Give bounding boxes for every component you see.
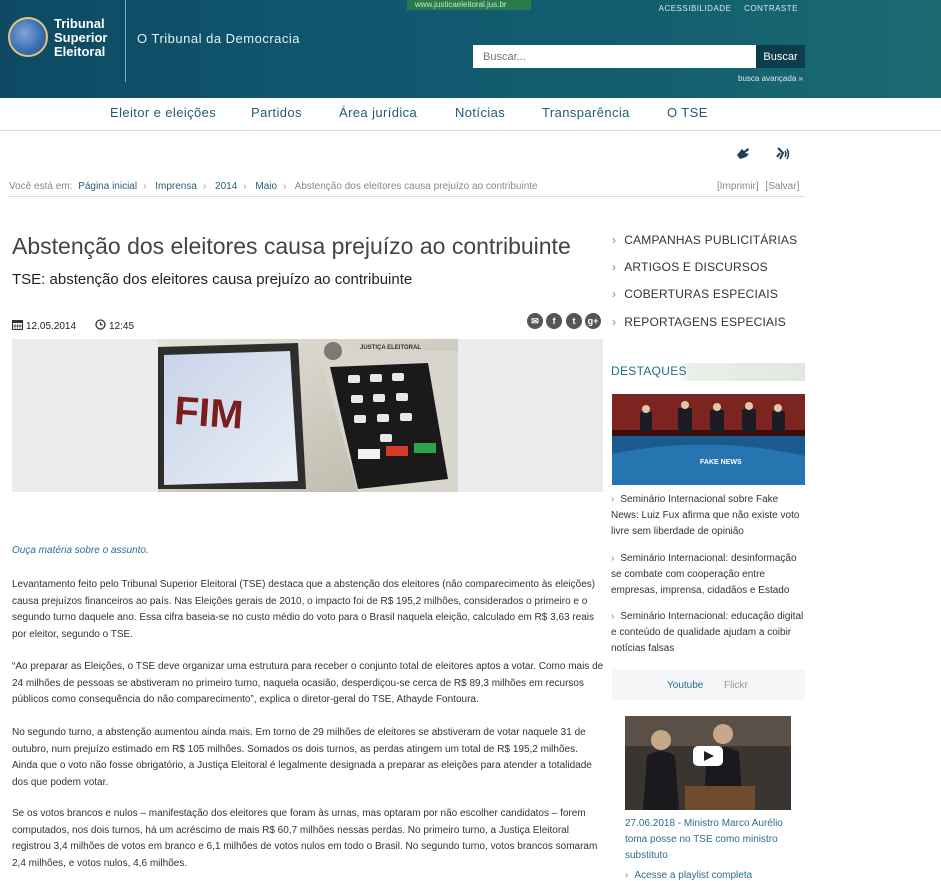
destaque-photo[interactable]: FAKE NEWS <box>612 394 805 485</box>
logo-text: Tribunal Superior Eleitoral <box>54 17 107 59</box>
playlist-link-label: Acesse a playlist completa <box>634 870 753 881</box>
tab-flickr[interactable]: Flickr <box>724 680 748 691</box>
article-time-value: 12:45 <box>109 321 135 332</box>
voting-machine-photo: FIM JUSTIÇA ELEITORAL <box>158 339 458 492</box>
video-caption[interactable]: 27.06.2018 - Ministro Marco Aurélio toma… <box>625 816 795 864</box>
site-tagline: O Tribunal da Democracia <box>137 31 301 46</box>
chevron-right-icon: › <box>612 315 617 329</box>
news-item[interactable]: › Seminário Internacional sobre Fake News… <box>611 492 805 540</box>
sidebar-link-artigos[interactable]: › ARTIGOS E DISCURSOS <box>612 260 768 274</box>
clock-icon <box>95 319 106 330</box>
search-input[interactable] <box>473 45 756 68</box>
breadcrumb-home[interactable]: Página inicial <box>78 181 137 192</box>
video-thumbnail[interactable] <box>625 716 791 810</box>
nav-item-eleitor[interactable]: Eleitor e eleições <box>110 105 216 120</box>
news-item-text: Seminário Internacional: desinformação s… <box>611 553 797 596</box>
breadcrumb-maio[interactable]: Maio <box>255 181 277 192</box>
article-subtitle: TSE: abstenção dos eleitores causa preju… <box>12 271 413 288</box>
advanced-search-link[interactable]: busca avançada » <box>738 74 803 83</box>
sidebar-link-label: COBERTURAS ESPECIAIS <box>624 287 779 301</box>
chevron-right-icon: › <box>612 260 617 274</box>
calendar-icon <box>12 320 23 330</box>
article-paragraph: Se os votos brancos e nulos – manifestaç… <box>12 808 598 869</box>
chevron-right-icon: › <box>612 233 617 247</box>
search-button[interactable]: Buscar <box>756 45 805 68</box>
main-nav: Eleitor e eleições Partidos Área jurídic… <box>0 98 941 131</box>
article-time: 12:45 <box>95 319 134 332</box>
audio-article-link[interactable]: Ouça matéria sobre o assunto. <box>12 545 149 556</box>
contrast-link[interactable]: CONTRASTE <box>744 4 798 13</box>
nav-item-transparencia[interactable]: Transparência <box>542 105 630 120</box>
sidebar-link-reportagens[interactable]: › REPORTAGENS ESPECIAIS <box>612 315 786 329</box>
sidebar-link-coberturas[interactable]: › COBERTURAS ESPECIAIS <box>612 287 778 301</box>
sign-language-icon[interactable] <box>734 145 752 163</box>
news-item-text: Seminário Internacional: educação digita… <box>611 611 804 654</box>
nav-item-partidos[interactable]: Partidos <box>251 105 302 120</box>
print-link[interactable]: [Imprimir] <box>717 181 759 192</box>
article-title: Abstenção dos eleitores causa prejuízo a… <box>12 233 571 259</box>
sidebar-link-campanhas[interactable]: › CAMPANHAS PUBLICITÁRIAS <box>612 233 797 247</box>
breadcrumb-current: Abstenção dos eleitores causa prejuízo a… <box>294 181 538 192</box>
chevron-right-icon: › <box>611 611 615 622</box>
news-item[interactable]: › Seminário Internacional: educação digit… <box>611 609 805 657</box>
audio-description-icon[interactable] <box>774 145 792 163</box>
chevron-right-icon: › <box>611 494 615 505</box>
site-header: Tribunal Superior Eleitoral O Tribunal d… <box>0 0 941 98</box>
article-paragraph: No segundo turno, a abstenção aumentou a… <box>12 727 592 788</box>
logo-line-3: Eleitoral <box>54 44 106 59</box>
breadcrumb-imprensa[interactable]: Imprensa <box>155 181 197 192</box>
breadcrumb: Você está em: Página inicial › Imprensa › … <box>9 181 538 192</box>
article-paragraph: “Ao preparar as Eleições, o TSE deve org… <box>12 661 604 705</box>
nav-item-noticias[interactable]: Notícias <box>455 105 505 120</box>
tab-youtube[interactable]: Youtube <box>667 680 703 691</box>
save-link[interactable]: [Salvar] <box>765 181 799 192</box>
chevron-right-icon: › <box>625 870 629 881</box>
facebook-share-icon[interactable]: f <box>546 313 562 329</box>
playlist-link[interactable]: › Acesse a playlist completa <box>625 870 752 881</box>
nav-item-o-tse[interactable]: O TSE <box>667 105 708 120</box>
news-item-text: Seminário Internacional sobre Fake News:… <box>611 494 800 537</box>
logo-line-2: Superior <box>54 30 108 45</box>
tse-emblem-icon <box>8 17 48 57</box>
photo-fim-text: FIM <box>173 389 245 438</box>
article-date: 12.05.2014 <box>12 319 76 332</box>
logo-line-1: Tribunal <box>54 16 105 31</box>
sidebar-link-label: CAMPANHAS PUBLICITÁRIAS <box>624 233 798 247</box>
email-share-icon[interactable]: ✉ <box>527 313 543 329</box>
chevron-right-icon: › <box>611 553 615 564</box>
portal-url-strip[interactable]: www.justicaeleitoral.jus.br <box>407 0 531 10</box>
breadcrumb-prefix: Você está em: <box>9 181 73 192</box>
print-save-links: [Imprimir] [Salvar] <box>717 181 799 192</box>
nav-item-area-juridica[interactable]: Área jurídica <box>339 105 417 120</box>
top-links: ACESSIBILIDADE CONTRASTE <box>649 4 798 13</box>
accessibility-link[interactable]: ACESSIBILIDADE <box>659 4 732 13</box>
twitter-share-icon[interactable]: t <box>566 313 582 329</box>
article-date-value: 12.05.2014 <box>26 321 77 332</box>
destaque-fake-news-text: FAKE NEWS <box>700 459 742 466</box>
photo-je-text: JUSTIÇA ELEITORAL <box>360 345 421 351</box>
media-tabs <box>612 670 805 700</box>
google-plus-share-icon[interactable]: g+ <box>585 313 601 329</box>
tse-logo[interactable]: Tribunal Superior Eleitoral <box>8 15 118 65</box>
header-divider <box>125 0 126 82</box>
article-paragraph: Levantamento feito pelo Tribunal Superio… <box>12 579 596 640</box>
breadcrumb-divider <box>8 196 805 197</box>
destaques-heading: DESTAQUES <box>611 364 687 378</box>
chevron-right-icon: › <box>612 287 617 301</box>
sidebar-link-label: ARTIGOS E DISCURSOS <box>624 260 768 274</box>
news-item[interactable]: › Seminário Internacional: desinformação … <box>611 551 805 599</box>
breadcrumb-2014[interactable]: 2014 <box>215 181 237 192</box>
sidebar-link-label: REPORTAGENS ESPECIAIS <box>624 315 787 329</box>
